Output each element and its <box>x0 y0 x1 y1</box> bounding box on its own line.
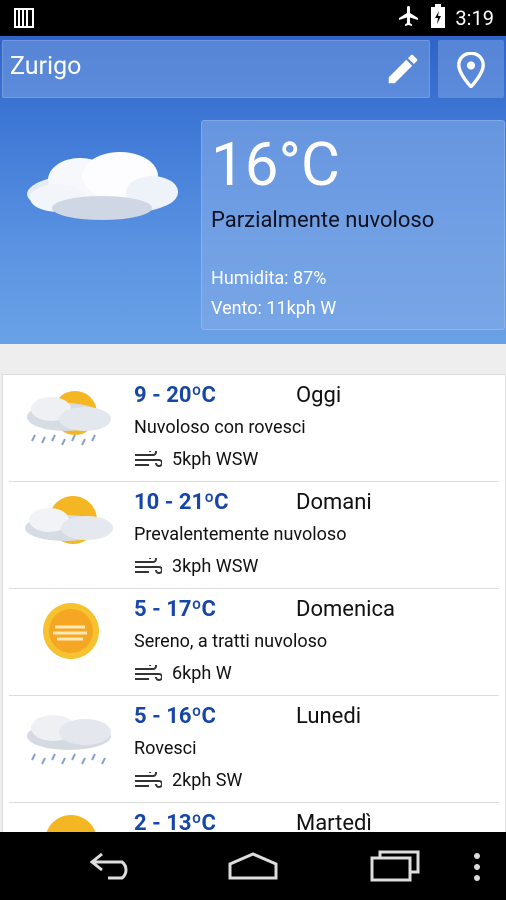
wind-value: 3kph WSW <box>172 556 259 577</box>
forecast-list[interactable]: 9 - 20ºC Oggi Nuvoloso con rovesci 5kph … <box>2 374 506 832</box>
wind-info: 3kph WSW <box>134 556 258 577</box>
forecast-row[interactable]: 10 - 21ºC Domani Prevalentemente nuvolos… <box>3 482 505 589</box>
wind-info: 6kph W <box>134 663 232 684</box>
temp-range: 10 - 21ºC <box>134 490 229 515</box>
airplane-mode-icon <box>397 4 421 32</box>
day-name: Domenica <box>296 597 395 622</box>
pencil-icon[interactable] <box>384 50 422 88</box>
forecast-description: Sereno, a tratti nuvoloso <box>134 631 328 652</box>
wind-value: 5kph WSW <box>172 449 259 470</box>
current-conditions-card: 16°C Parzialmente nuvoloso Humidita: 87%… <box>201 120 505 330</box>
location-button[interactable] <box>438 40 504 98</box>
showers-icon <box>21 704 117 776</box>
sunny-icon <box>21 811 117 832</box>
current-weather-panel: Zurigo 16°C Parzialmente nuvoloso Humidi… <box>0 36 506 344</box>
wind-icon <box>135 557 162 574</box>
current-temperature: 16°C <box>211 129 340 200</box>
temp-range: 5 - 16ºC <box>134 704 216 729</box>
temp-range: 9 - 20ºC <box>134 383 216 408</box>
forecast-row[interactable]: 5 - 17ºC Domenica Sereno, a tratti nuvol… <box>3 589 505 696</box>
clock: 3:19 <box>455 6 494 30</box>
city-field[interactable]: Zurigo <box>2 40 430 98</box>
forecast-description: Rovesci <box>134 738 197 759</box>
weather-app: Zurigo 16°C Parzialmente nuvoloso Humidi… <box>0 36 506 832</box>
back-icon[interactable] <box>88 850 136 884</box>
day-name: Martedì <box>296 811 372 832</box>
temp-range: 2 - 13ºC <box>134 811 216 832</box>
battery-icon <box>431 4 446 32</box>
city-name: Zurigo <box>10 52 82 81</box>
forecast-description: Nuvoloso con rovesci <box>134 417 306 438</box>
wind-info: 5kph WSW <box>134 449 258 470</box>
partly-cloudy-icon <box>22 146 186 234</box>
forecast-description: Prevalentemente nuvoloso <box>134 524 347 545</box>
navigation-bar <box>0 832 506 900</box>
home-icon[interactable] <box>226 852 280 884</box>
day-name: Lunedi <box>296 704 362 729</box>
day-name: Domani <box>296 490 372 515</box>
wind-value: 6kph W <box>172 663 232 684</box>
temp-range: 5 - 17ºC <box>134 597 216 622</box>
recent-apps-icon[interactable] <box>370 848 422 886</box>
mostly-cloudy-icon <box>21 490 117 562</box>
wind: Vento: 11kph W <box>211 298 337 319</box>
forecast-row[interactable]: 5 - 16ºC Lunedi Rovesci 2kph SW <box>3 696 505 803</box>
overflow-menu-icon[interactable] <box>472 852 482 886</box>
wind-icon <box>135 450 162 467</box>
day-name: Oggi <box>296 383 342 408</box>
forecast-row[interactable]: 9 - 20ºC Oggi Nuvoloso con rovesci 5kph … <box>3 375 505 482</box>
current-condition: Parzialmente nuvoloso <box>211 208 435 233</box>
divider <box>0 344 506 374</box>
sunny-hazy-icon <box>21 597 117 669</box>
forecast-row[interactable]: 2 - 13ºC Martedì <box>3 803 505 832</box>
notification-icon <box>14 8 34 32</box>
wind-info: 2kph SW <box>134 770 242 791</box>
wind-value: 2kph SW <box>172 770 243 791</box>
wind-icon <box>135 771 162 788</box>
location-pin-icon <box>457 52 485 88</box>
status-bar: 3:19 <box>0 0 506 36</box>
cloudy-showers-icon <box>21 383 117 455</box>
humidity: Humidita: 87% <box>211 268 327 289</box>
wind-icon <box>135 664 162 681</box>
